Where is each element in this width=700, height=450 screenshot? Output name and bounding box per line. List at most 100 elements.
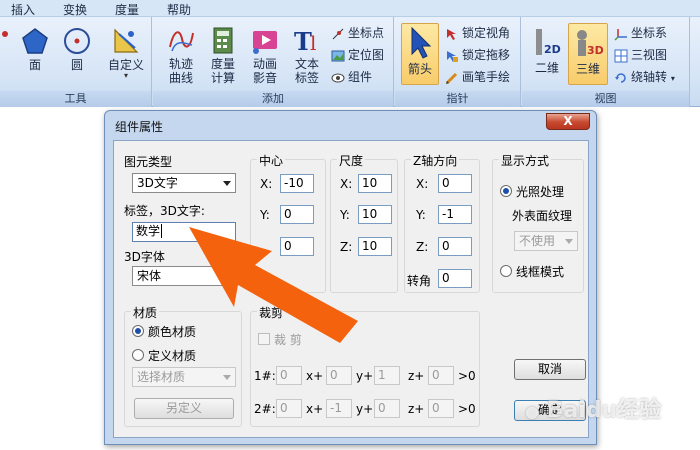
- ribbon-group-tools: 面 圆 自定义 ▾ 工具: [0, 17, 152, 107]
- tool-lock-view[interactable]: 锁定视角: [445, 23, 510, 43]
- center-x-input[interactable]: -10: [280, 174, 314, 193]
- custom-material-radio[interactable]: [132, 349, 144, 361]
- clip-row2-c-input[interactable]: 0: [374, 399, 400, 418]
- watermark: ● Baidu经验: [525, 392, 661, 424]
- zaxis-x-input[interactable]: 0: [438, 174, 472, 193]
- element-type-label: 图元类型: [124, 155, 173, 169]
- zaxis-z-input[interactable]: 0: [438, 237, 472, 256]
- texture-value: 不使用: [519, 234, 556, 248]
- group-label-add: 添加: [153, 91, 393, 107]
- group-label-tools: 工具: [0, 91, 151, 107]
- tool-component[interactable]: 组件: [331, 67, 372, 87]
- tool-face[interactable]: 面: [16, 26, 54, 72]
- size-x-input[interactable]: 10: [358, 174, 392, 193]
- lighting-radio[interactable]: [500, 185, 512, 197]
- paw-icon: ●: [525, 402, 539, 421]
- grid-icon: [614, 49, 628, 62]
- element-type-select[interactable]: 3D文字: [132, 173, 236, 193]
- tool-three-view-label: 三视图: [631, 48, 668, 62]
- 3d-view-icon: 3D: [577, 30, 603, 57]
- axes-icon: [614, 28, 627, 41]
- lighting-label: 光照处理: [516, 185, 565, 199]
- menu-measure[interactable]: 度量: [115, 1, 139, 18]
- tool-2d-label: 二维: [534, 61, 559, 75]
- custom-tool-icon: [114, 28, 139, 53]
- clip-row1-b-input[interactable]: 0: [326, 366, 352, 385]
- redefine-button[interactable]: 另定义: [134, 398, 234, 419]
- chevron-down-icon: [223, 375, 231, 380]
- tool-freehand[interactable]: 画笔手绘: [445, 67, 510, 87]
- wireframe-label: 线框模式: [516, 265, 565, 279]
- tool-coordinate-system[interactable]: 坐标系: [614, 23, 667, 43]
- texture-label: 外表面纹理: [512, 209, 573, 223]
- tool-animation-media[interactable]: 动画 影音: [245, 25, 285, 85]
- point-tool-icon[interactable]: [2, 31, 8, 37]
- clip-row2-x-label: x+: [306, 402, 324, 416]
- tool-coordinate-point[interactable]: 坐标点: [331, 23, 384, 43]
- tool-circle-label: 圆: [70, 58, 83, 72]
- menu-insert[interactable]: 插入: [11, 1, 35, 18]
- zaxis-y-input[interactable]: -1: [438, 205, 472, 224]
- tool-text-label-caption: 文本 标签: [294, 57, 319, 85]
- clip-row1-a-input[interactable]: 0: [276, 366, 302, 385]
- tool-rotate-axis[interactable]: 绕轴转 ▾: [614, 67, 675, 87]
- pen-icon: [445, 72, 458, 84]
- material-title: 材质: [131, 304, 160, 321]
- clip-row1-d-input[interactable]: 0: [428, 366, 454, 385]
- watermark-text: Baidu经验: [546, 398, 662, 423]
- tool-arrow[interactable]: 箭头: [401, 23, 439, 85]
- calculator-icon: [213, 27, 233, 54]
- tool-3d-view[interactable]: 3D 三维: [568, 23, 608, 85]
- tool-measure-calc[interactable]: 度量 计算: [203, 25, 243, 85]
- tool-lock-drag[interactable]: 锁定拖移: [445, 45, 510, 65]
- close-button[interactable]: X: [546, 113, 590, 130]
- tool-2d-view[interactable]: 2D 二维: [528, 23, 566, 85]
- pentagon-icon: [22, 28, 48, 54]
- tool-freehand-label: 画笔手绘: [462, 70, 511, 84]
- element-type-value: 3D文字: [137, 176, 178, 190]
- menu-bar: 插入 变换 度量 帮助: [0, 0, 700, 17]
- tool-locate-image-label: 定位图: [348, 48, 385, 62]
- clip-row1-x-label: x+: [306, 369, 324, 383]
- tool-face-label: 面: [28, 58, 41, 72]
- clip-row1-y-label: y+: [356, 369, 374, 383]
- tool-three-view[interactable]: 三视图: [614, 45, 667, 65]
- size-x-label: X:: [340, 177, 353, 191]
- circle-icon: [64, 28, 90, 54]
- clip-row2-a-input[interactable]: 0: [276, 399, 302, 418]
- tool-custom-label: 自定义: [107, 58, 144, 72]
- clip-row1-c-input[interactable]: 1: [374, 366, 400, 385]
- tool-text-label[interactable]: Tl 文本 标签: [287, 25, 327, 85]
- tool-arrow-label: 箭头: [407, 62, 432, 76]
- tool-3d-label: 三维: [575, 62, 600, 76]
- tool-measure-label: 度量 计算: [210, 57, 235, 85]
- wireframe-radio[interactable]: [500, 265, 512, 277]
- svg-text:3D: 3D: [587, 44, 603, 57]
- tool-circle[interactable]: 圆: [58, 26, 96, 72]
- clip-row2-b-input[interactable]: -1: [326, 399, 352, 418]
- size-title: 尺度: [337, 152, 366, 169]
- color-material-radio[interactable]: [132, 325, 144, 337]
- tool-coordinate-point-label: 坐标点: [348, 26, 385, 40]
- texture-select[interactable]: 不使用: [514, 231, 578, 251]
- font-label: 3D字体: [124, 250, 165, 264]
- clip-row1-gt: >0: [458, 369, 476, 383]
- tool-custom[interactable]: 自定义 ▾: [104, 26, 148, 80]
- display-title: 显示方式: [499, 152, 552, 169]
- clip-row1-z-label: z+: [408, 369, 425, 383]
- menu-help[interactable]: 帮助: [167, 1, 191, 18]
- cancel-button[interactable]: 取消: [514, 359, 586, 380]
- menu-transform[interactable]: 变换: [63, 1, 87, 18]
- angle-input[interactable]: 0: [438, 269, 472, 288]
- 2d-view-icon: 2D: [536, 29, 561, 56]
- image-icon: [331, 50, 345, 61]
- clip-row2-d-input[interactable]: 0: [428, 399, 454, 418]
- material-select[interactable]: 选择材质: [132, 367, 236, 387]
- tool-locate-image[interactable]: 定位图: [331, 45, 384, 65]
- dialog-title: 组件属性: [115, 120, 164, 134]
- tool-coordinate-system-label: 坐标系: [631, 26, 668, 40]
- dialog-titlebar[interactable]: 组件属性 X: [105, 111, 596, 139]
- clip-row2-y-label: y+: [356, 402, 374, 416]
- tool-trace-curve[interactable]: 轨迹 曲线: [161, 25, 201, 85]
- text-label-icon: Tl: [294, 27, 316, 55]
